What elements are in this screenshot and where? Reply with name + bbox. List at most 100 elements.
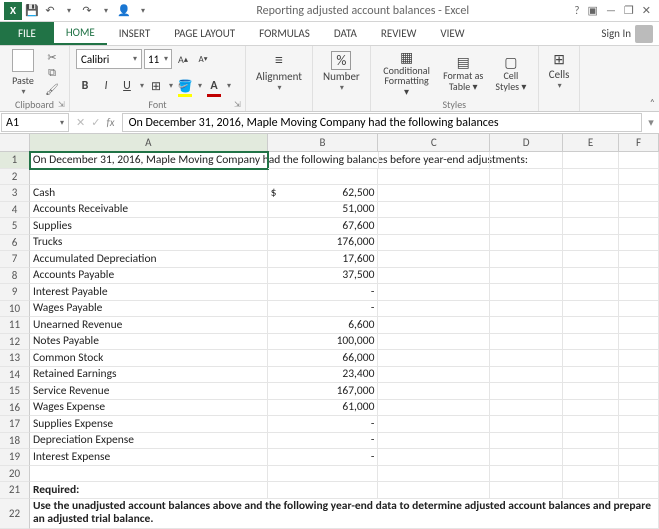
cell-C11[interactable] <box>378 317 490 334</box>
cell-F20[interactable] <box>619 466 659 483</box>
col-header-E[interactable]: E <box>563 134 619 152</box>
cancel-formula-icon[interactable]: ✕ <box>76 116 85 129</box>
col-header-A[interactable]: A <box>30 134 268 152</box>
cell-E6[interactable] <box>563 235 619 252</box>
cell-D18[interactable] <box>490 433 563 450</box>
close-icon[interactable]: ✕ <box>642 4 651 17</box>
cell-A20[interactable] <box>30 466 268 483</box>
cell-F12[interactable] <box>619 334 659 351</box>
cell-F10[interactable] <box>619 301 659 318</box>
row-header-5[interactable]: 5 <box>0 218 30 235</box>
tab-review[interactable]: REVIEW <box>369 22 429 45</box>
col-header-F[interactable]: F <box>619 134 659 152</box>
save-icon[interactable]: 💾 <box>24 3 40 19</box>
cell-F13[interactable] <box>619 350 659 367</box>
cell-F17[interactable] <box>619 416 659 433</box>
cell-C17[interactable] <box>378 416 490 433</box>
cell-D5[interactable] <box>490 218 563 235</box>
font-color-dropdown-icon[interactable]: ▾ <box>227 81 231 91</box>
border-icon[interactable]: ⊞ <box>147 77 165 95</box>
cell-E12[interactable] <box>563 334 619 351</box>
row-header-7[interactable]: 7 <box>0 251 30 268</box>
cell-E14[interactable] <box>563 367 619 384</box>
cell-E10[interactable] <box>563 301 619 318</box>
cell-A14[interactable]: Retained Earnings <box>30 367 268 384</box>
cell-C9[interactable] <box>378 284 490 301</box>
cell-E16[interactable] <box>563 400 619 417</box>
cell-B14[interactable]: 23,400 <box>268 367 379 384</box>
row-header-1[interactable]: 1 <box>0 152 30 169</box>
cell-E4[interactable] <box>563 202 619 219</box>
cell-C5[interactable] <box>378 218 490 235</box>
cell-A1[interactable]: On December 31, 2016, Maple Moving Compa… <box>30 152 268 169</box>
cell-E13[interactable] <box>563 350 619 367</box>
italic-button[interactable]: I <box>97 77 115 95</box>
cell-F21[interactable] <box>619 482 659 499</box>
cell-B2[interactable] <box>268 169 379 186</box>
row-header-6[interactable]: 6 <box>0 235 30 252</box>
cell-D21[interactable] <box>490 482 563 499</box>
cell-A8[interactable]: Accounts Payable <box>30 268 268 285</box>
cell-A13[interactable]: Common Stock <box>30 350 268 367</box>
cell-A4[interactable]: Accounts Receivable <box>30 202 268 219</box>
cell-D13[interactable] <box>490 350 563 367</box>
cell-B15[interactable]: 167,000 <box>268 383 379 400</box>
cell-D14[interactable] <box>490 367 563 384</box>
cell-D19[interactable] <box>490 449 563 466</box>
row-header-20[interactable]: 20 <box>0 466 30 483</box>
cell-C4[interactable] <box>378 202 490 219</box>
cell-E20[interactable] <box>563 466 619 483</box>
cell-A6[interactable]: Trucks <box>30 235 268 252</box>
cell-C19[interactable] <box>378 449 490 466</box>
col-header-D[interactable]: D <box>490 134 563 152</box>
border-dropdown-icon[interactable]: ▾ <box>169 81 173 91</box>
cell-D4[interactable] <box>490 202 563 219</box>
insert-function-icon[interactable]: fx <box>106 116 114 129</box>
row-header-14[interactable]: 14 <box>0 367 30 384</box>
font-size-dropdown-icon[interactable]: ▾ <box>164 54 168 64</box>
cell-B3[interactable]: $62,500 <box>268 185 379 202</box>
cell-C18[interactable] <box>378 433 490 450</box>
tab-formulas[interactable]: FORMULAS <box>247 22 322 45</box>
cell-C1[interactable] <box>379 152 491 169</box>
cell-A17[interactable]: Supplies Expense <box>30 416 268 433</box>
cell-C6[interactable] <box>378 235 490 252</box>
row-header-17[interactable]: 17 <box>0 416 30 433</box>
cell-D6[interactable] <box>490 235 563 252</box>
touch-mode-icon[interactable]: 👤 <box>116 3 132 19</box>
minimize-icon[interactable]: — <box>606 4 616 17</box>
cell-D9[interactable] <box>490 284 563 301</box>
cell-B1[interactable] <box>268 152 379 169</box>
row-header-19[interactable]: 19 <box>0 449 30 466</box>
fill-color-dropdown-icon[interactable]: ▾ <box>198 81 202 91</box>
expand-formula-bar-icon[interactable]: ▾ <box>643 112 659 133</box>
cell-C7[interactable] <box>378 251 490 268</box>
cell-F3[interactable] <box>619 185 659 202</box>
cell-A10[interactable]: Wages Payable <box>30 301 268 318</box>
cell-F7[interactable] <box>619 251 659 268</box>
cell-C12[interactable] <box>378 334 490 351</box>
cell-C16[interactable] <box>378 400 490 417</box>
cell-D1[interactable] <box>490 152 563 169</box>
number-button[interactable]: % Number ▾ <box>319 49 364 95</box>
cell-F15[interactable] <box>619 383 659 400</box>
sign-in[interactable]: Sign In <box>595 22 659 45</box>
row-header-15[interactable]: 15 <box>0 383 30 400</box>
conditional-formatting-button[interactable]: ▦ Conditional Formatting ▾ <box>377 49 437 97</box>
cell-D16[interactable] <box>490 400 563 417</box>
cell-B6[interactable]: 176,000 <box>268 235 379 252</box>
cell-C10[interactable] <box>378 301 490 318</box>
cell-E21[interactable] <box>563 482 619 499</box>
cell-B10[interactable]: - <box>268 301 379 318</box>
cell-C3[interactable] <box>378 185 490 202</box>
cell-B21[interactable] <box>268 482 379 499</box>
cell-E7[interactable] <box>563 251 619 268</box>
tab-home[interactable]: HOME <box>54 22 107 45</box>
cell-C21[interactable] <box>378 482 490 499</box>
cell-B16[interactable]: 61,000 <box>268 400 379 417</box>
cell-A9[interactable]: Interest Payable <box>30 284 268 301</box>
tab-data[interactable]: DATA <box>322 22 369 45</box>
cell-C8[interactable] <box>378 268 490 285</box>
cell-A19[interactable]: Interest Expense <box>30 449 268 466</box>
cell-A12[interactable]: Notes Payable <box>30 334 268 351</box>
